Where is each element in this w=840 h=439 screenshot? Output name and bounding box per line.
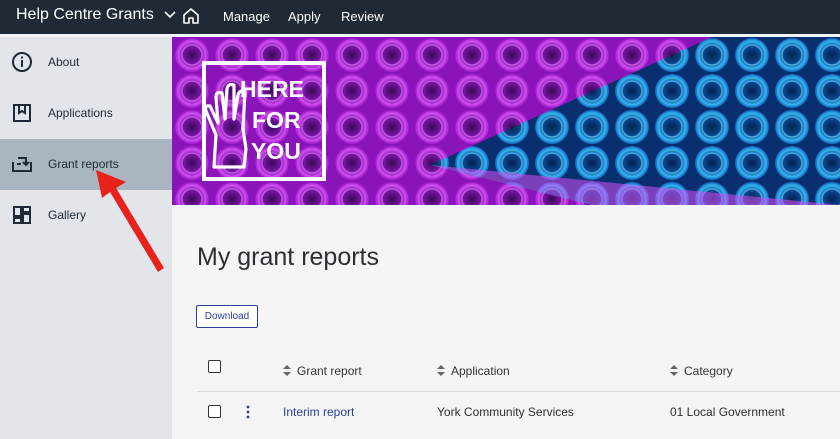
category-cell: 01 Local Government bbox=[670, 405, 785, 419]
column-header-application[interactable]: Application bbox=[437, 364, 510, 378]
column-header-grant-report[interactable]: Grant report bbox=[283, 364, 362, 378]
chevron-down-icon bbox=[164, 11, 176, 18]
application-cell: York Community Services bbox=[437, 405, 574, 419]
banner-image: HERE FOR YOU bbox=[172, 37, 840, 205]
info-icon bbox=[12, 52, 32, 72]
sort-icon bbox=[670, 365, 678, 376]
nav-manage[interactable]: Manage bbox=[223, 9, 270, 24]
logo-line-2: FOR bbox=[252, 107, 301, 133]
select-all-checkbox[interactable] bbox=[208, 360, 221, 373]
nav-review[interactable]: Review bbox=[341, 9, 384, 24]
sidebar-item-applications[interactable]: Applications bbox=[0, 88, 172, 139]
column-header-label: Grant report bbox=[297, 364, 362, 378]
hero-banner: HERE FOR YOU bbox=[172, 37, 840, 205]
sort-icon bbox=[283, 365, 291, 376]
tray-arrow-icon bbox=[12, 157, 32, 172]
dashboard-icon bbox=[13, 206, 31, 224]
home-icon[interactable] bbox=[182, 7, 200, 25]
column-header-label: Application bbox=[451, 364, 510, 378]
brand-menu[interactable]: Help Centre Grants bbox=[16, 6, 176, 24]
sidebar-item-about[interactable]: About bbox=[0, 37, 172, 88]
logo-line-1: HERE bbox=[240, 76, 304, 102]
nav-apply[interactable]: Apply bbox=[288, 9, 321, 24]
brand-title: Help Centre Grants bbox=[16, 6, 154, 23]
top-bar: Help Centre Grants Manage Apply Review bbox=[0, 0, 840, 34]
column-header-label: Category bbox=[684, 364, 733, 378]
annotation-arrow-icon bbox=[96, 170, 164, 272]
download-button[interactable]: Download bbox=[196, 305, 258, 328]
grant-report-link[interactable]: Interim report bbox=[283, 405, 354, 419]
bookmark-icon bbox=[13, 104, 31, 122]
column-header-category[interactable]: Category bbox=[670, 364, 733, 378]
page-title: My grant reports bbox=[197, 243, 380, 271]
sidebar-item-label: Gallery bbox=[48, 208, 87, 222]
more-options-icon[interactable] bbox=[245, 405, 251, 419]
table-divider bbox=[197, 391, 840, 392]
logo-line-3: YOU bbox=[251, 138, 301, 164]
sidebar-item-label: About bbox=[48, 55, 80, 69]
sidebar-item-label: Applications bbox=[48, 106, 113, 120]
sort-icon bbox=[437, 365, 445, 376]
row-checkbox[interactable] bbox=[208, 405, 221, 418]
